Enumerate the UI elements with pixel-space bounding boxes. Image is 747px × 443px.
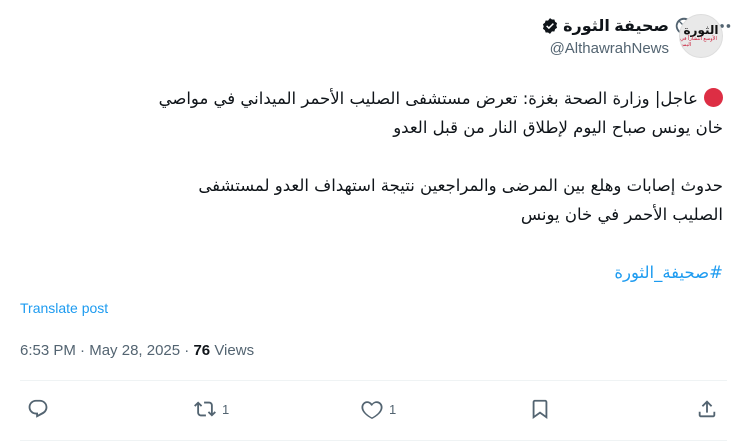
reply-button[interactable] [27,398,55,420]
author-names: صحيفة الثورة @AlthawrahNews [541,16,669,57]
meta-separator: · [80,342,86,359]
verified-icon [543,17,558,34]
repost-count: 1 [222,401,230,417]
repost-button[interactable]: 1 [194,398,229,420]
post-line-4: الصليب الأحمر في خان يونس [520,205,723,224]
handle[interactable]: @AlthawrahNews [541,40,669,57]
like-count: 1 [389,401,397,417]
views-label: Views [214,342,255,359]
post-meta: 6:53 PM · May 28, 2025 · 76 Views [20,342,254,359]
display-name[interactable]: صحيفة الثورة [563,16,669,36]
reply-icon [28,399,48,418]
bookmark-icon [532,399,548,420]
post-header: الثورة الأوسع انتشاراً في اليمن صحيفة ال… [541,14,723,58]
divider-bottom [20,440,727,441]
like-icon [361,401,383,419]
avatar-logo: الثورة [683,23,719,37]
post-line-1: عاجل| وزارة الصحة بغزة: تعرض مستشفى الصل… [23,84,723,113]
display-name-row: صحيفة الثورة [541,16,669,36]
meta-separator-2: · [184,342,190,359]
avatar-tagline: الأوسع انتشاراً في اليمن [680,36,717,48]
post-date[interactable]: May 28, 2025 [89,342,180,359]
action-bar: 1 1 [0,398,747,428]
red-circle-icon [704,88,723,107]
share-button[interactable] [696,398,718,420]
divider-top [20,380,727,381]
like-button[interactable]: 1 [361,398,396,420]
bookmark-button[interactable] [529,398,551,420]
post-line-3: حدوث إصابات وهلع بين المرضى والمراجعين ن… [198,176,723,195]
avatar[interactable]: الثورة الأوسع انتشاراً في اليمن [679,14,723,58]
share-icon [698,400,716,418]
repost-icon [194,401,216,417]
translate-link[interactable]: Translate post [20,300,108,316]
post-line-1-text: عاجل| وزارة الصحة بغزة: تعرض مستشفى الصل… [158,89,698,108]
hashtag-link[interactable]: #صحيفة_الثورة [614,263,723,282]
post-text: عاجل| وزارة الصحة بغزة: تعرض مستشفى الصل… [23,84,723,287]
views-count: 76 [193,342,211,359]
post-line-2: خان يونس صباح اليوم لإطلاق النار من قبل … [393,118,723,137]
post-time[interactable]: 6:53 PM [20,342,76,359]
